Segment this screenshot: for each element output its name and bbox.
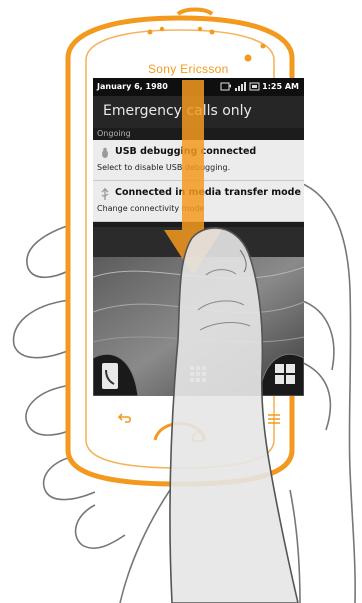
phone-illustration: Sony Ericsson January 6, 1980 1:25 AM Em… xyxy=(0,0,362,603)
finger-overlay xyxy=(169,227,299,603)
